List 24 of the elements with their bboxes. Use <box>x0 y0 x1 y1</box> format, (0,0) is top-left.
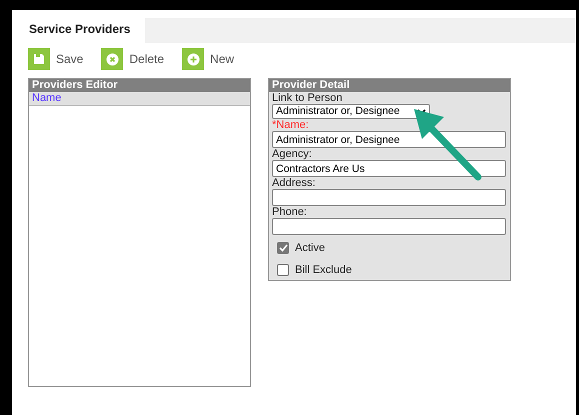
input-field[interactable]: Contractors Are Us <box>272 160 506 177</box>
delete-icon <box>106 52 119 66</box>
field-label: *Name: <box>272 119 310 131</box>
panel-title: Providers Editor <box>29 79 250 92</box>
checkbox[interactable] <box>277 242 289 254</box>
column-header[interactable]: Name <box>29 92 250 106</box>
input-field[interactable]: Administrator or, Designee <box>272 131 506 148</box>
panel-title: Provider Detail <box>269 79 510 92</box>
chevron-down-icon <box>417 108 426 114</box>
input-field[interactable] <box>272 189 506 206</box>
field-label: Phone: <box>272 206 308 218</box>
save-button[interactable]: Save <box>28 48 84 70</box>
person-dropdown[interactable]: Administrator or, Designee <box>272 104 430 119</box>
field-label: Link to Person <box>272 92 344 104</box>
plus-icon <box>186 52 200 66</box>
checkbox-label: Active <box>295 241 325 256</box>
field-label: Agency: <box>272 148 313 160</box>
delete-button[interactable]: Delete <box>101 48 164 70</box>
save-icon <box>33 53 45 65</box>
input-field[interactable] <box>272 218 506 235</box>
checkbox-label: Bill Exclude <box>295 262 352 278</box>
new-button[interactable]: New <box>182 48 234 70</box>
field-label: Address: <box>272 177 316 189</box>
checkbox[interactable] <box>277 264 289 276</box>
